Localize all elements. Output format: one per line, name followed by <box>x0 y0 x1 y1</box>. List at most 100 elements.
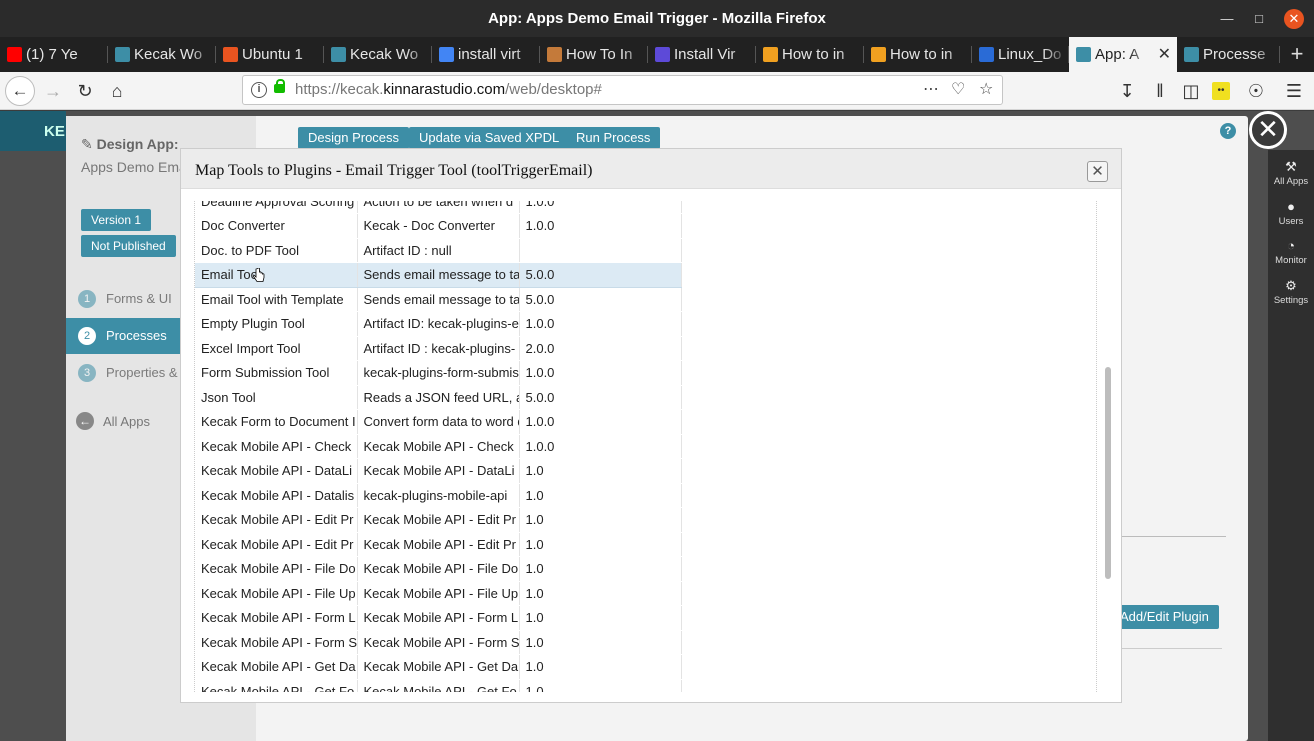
table-row[interactable]: Doc. to PDF Tool Artifact ID : null <box>195 238 682 263</box>
table-row[interactable]: Excel Import Tool Artifact ID : kecak-plu… <box>195 336 682 361</box>
maximize-icon[interactable]: □ <box>1249 9 1269 29</box>
help-icon[interactable]: ? <box>1220 123 1236 139</box>
plugin-name-cell: Kecak Mobile API - Check <box>195 434 358 459</box>
table-row[interactable]: Kecak Form to Document I Convert form dat… <box>195 409 682 435</box>
tab-3[interactable]: Kecak Wo <box>324 37 432 72</box>
plugin-version-cell: 1.0.0 <box>519 360 682 386</box>
dashboard-icon: ◔ <box>1287 238 1295 253</box>
step-number: 1 <box>78 290 96 308</box>
table-row[interactable]: Json Tool Reads a JSON feed URL, a 5.0.0 <box>195 385 682 410</box>
table-row[interactable]: Kecak Mobile API - Edit Pr Kecak Mobile A… <box>195 507 682 533</box>
table-row[interactable]: Kecak Mobile API - Form S Kecak Mobile AP… <box>195 630 682 655</box>
tab-0[interactable]: (1) 7 Ye <box>0 37 108 72</box>
ubuntu-icon <box>223 47 238 62</box>
table-row[interactable]: Email Tool Sends email message to ta 5.0.0 <box>195 262 682 288</box>
plugin-description-cell: Kecak Mobile API - Get Da <box>357 654 520 680</box>
url-bar[interactable]: i https://kecak.kinnarastudio.com/web/de… <box>242 75 1003 105</box>
plugin-name-cell: Kecak Mobile API - File Up <box>195 581 358 606</box>
table-row[interactable]: Doc Converter Kecak - Doc Converter 1.0.0 <box>195 213 682 239</box>
window-title: App: Apps Demo Email Trigger - Mozilla F… <box>488 10 826 27</box>
table-row[interactable]: Kecak Mobile API - File Do Kecak Mobile A… <box>195 556 682 582</box>
tab-10[interactable]: App: A ✕ <box>1069 37 1177 72</box>
tab-7[interactable]: How to in <box>756 37 864 72</box>
tab-1[interactable]: Kecak Wo <box>108 37 216 72</box>
user-icon: ● <box>1287 198 1295 214</box>
plugin-name-cell: Kecak Mobile API - Datalis <box>195 483 358 508</box>
kecak-icon <box>1076 47 1091 62</box>
pocket-icon[interactable]: ♡ <box>951 76 965 104</box>
tab-6[interactable]: Install Vir <box>648 37 756 72</box>
google-icon <box>439 47 454 62</box>
table-row[interactable]: Kecak Mobile API - File Up Kecak Mobile A… <box>195 581 682 606</box>
add-edit-plugin-button[interactable]: Add/Edit Plugin <box>1112 605 1219 629</box>
tab-8[interactable]: How to in <box>864 37 972 72</box>
rightbar-dashboard[interactable]: ◔ Monitor <box>1268 232 1314 272</box>
brand-label: KE <box>44 123 65 140</box>
back-arrow-icon[interactable]: ← <box>5 76 35 106</box>
tab-9[interactable]: Linux_Do <box>972 37 1069 72</box>
table-row[interactable]: Email Tool with Template Sends email mess… <box>195 287 682 312</box>
rightbar-gears[interactable]: ⚙ Settings <box>1268 272 1314 312</box>
download-icon[interactable]: ↧ <box>1114 78 1140 104</box>
plugin-description-cell: Artifact ID : kecak-plugins- <box>357 336 520 361</box>
table-row[interactable]: Kecak Mobile API - DataLi Kecak Mobile AP… <box>195 458 682 484</box>
update-xpdl-button[interactable]: Update via Saved XPDL <box>409 127 570 149</box>
plugin-name-cell: Email Tool with Template <box>195 287 358 312</box>
account-icon[interactable]: ☉ <box>1243 78 1269 104</box>
tab-4[interactable]: install virt <box>432 37 540 72</box>
bookmark-star-icon[interactable]: ☆ <box>979 76 993 104</box>
table-row[interactable]: Kecak Mobile API - Datalis kecak-plugins-… <box>195 483 682 508</box>
plugin-description-cell: Kecak Mobile API - Edit Pr <box>357 507 520 533</box>
plugin-name-cell: Kecak Mobile API - Edit Pr <box>195 532 358 557</box>
table-row[interactable]: Kecak Mobile API - Check Kecak Mobile API… <box>195 434 682 459</box>
plugin-version-cell: 1.0.0 <box>519 434 682 459</box>
sidebar-icon[interactable]: ◫ <box>1178 78 1204 104</box>
tab-label: How to in <box>890 46 953 63</box>
plugin-description-cell: Kecak Mobile API - Form L <box>357 605 520 631</box>
design-process-button[interactable]: Design Process <box>298 127 410 149</box>
table-row[interactable]: Kecak Mobile API - Edit Pr Kecak Mobile A… <box>195 532 682 557</box>
table-row[interactable]: Kecak Mobile API - Form L Kecak Mobile AP… <box>195 605 682 631</box>
version-badge[interactable]: Version 1 <box>81 209 152 231</box>
new-tab-icon[interactable]: + <box>1280 37 1314 72</box>
minimize-icon[interactable]: — <box>1217 9 1237 29</box>
rightbar-wrench[interactable]: ⚒ All Apps <box>1268 153 1314 193</box>
info-icon[interactable]: i <box>251 82 267 98</box>
table-row[interactable]: Kecak Mobile API - Get Da Kecak Mobile AP… <box>195 654 682 680</box>
plugin-name-cell: Kecak Mobile API - File Do <box>195 556 358 582</box>
plugin-description-cell: Kecak Mobile API - Form S <box>357 630 520 655</box>
youtube-icon <box>7 47 22 62</box>
url-text[interactable]: https://kecak.kinnarastudio.com/web/desk… <box>295 76 602 104</box>
home-icon[interactable]: ⌂ <box>104 78 130 104</box>
all-apps-link[interactable]: ← All Apps <box>76 412 150 432</box>
rightbar-user[interactable]: ● Users <box>1268 193 1314 233</box>
plugin-version-cell: 1.0 <box>519 630 682 655</box>
plugin-name-cell: Kecak Mobile API - DataLi <box>195 458 358 484</box>
plugin-name-cell: Deadline Approval Scoring <box>195 201 358 214</box>
plugin-version-cell: 5.0.0 <box>519 385 682 410</box>
table-row[interactable]: Kecak Mobile API - Get Fo Kecak Mobile AP… <box>195 679 682 692</box>
run-process-button[interactable]: Run Process <box>566 127 661 149</box>
tab-11[interactable]: Processe <box>1177 37 1280 72</box>
table-row[interactable]: Empty Plugin Tool Artifact ID: kecak-plug… <box>195 311 682 337</box>
publish-status-badge[interactable]: Not Published <box>81 235 176 257</box>
tab-5[interactable]: How To In <box>540 37 648 72</box>
table-row[interactable]: Deadline Approval Scoring Action to be ta… <box>195 201 682 214</box>
window-close-icon[interactable]: ✕ <box>1284 9 1304 29</box>
window-titlebar: App: Apps Demo Email Trigger - Mozilla F… <box>0 0 1314 37</box>
modal-close-button[interactable]: ✕ <box>1087 161 1108 182</box>
table-row[interactable]: Form Submission Tool kecak-plugins-form-s… <box>195 360 682 386</box>
tab-close-icon[interactable]: ✕ <box>1158 37 1171 72</box>
library-icon[interactable]: ‖ <box>1147 78 1173 104</box>
reload-icon[interactable]: ↻ <box>72 78 98 104</box>
close-dialog-icon[interactable]: ✕ <box>1249 111 1287 149</box>
modal-header: Map Tools to Plugins - Email Trigger Too… <box>181 149 1121 189</box>
scrollbar[interactable] <box>1105 367 1111 579</box>
foss-linux-icon <box>871 47 886 62</box>
page-actions-icon[interactable]: ⋯ <box>923 76 939 104</box>
tab-2[interactable]: Ubuntu 1 <box>216 37 324 72</box>
extension-icon[interactable]: •• <box>1212 82 1230 100</box>
forward-arrow-icon[interactable]: → <box>40 78 66 104</box>
menu-icon[interactable]: ☰ <box>1281 78 1307 104</box>
plugin-description-cell: Kecak Mobile API - Check <box>357 434 520 459</box>
